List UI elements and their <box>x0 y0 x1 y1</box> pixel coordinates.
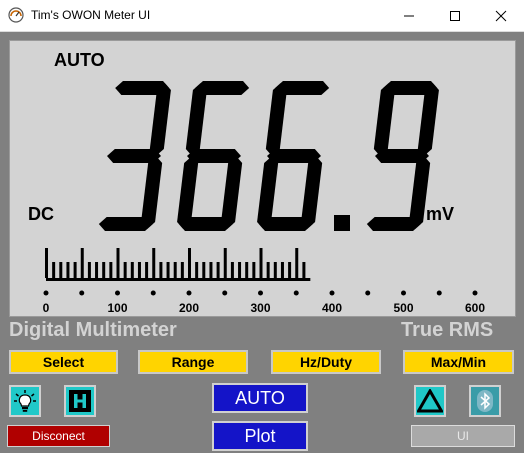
bargraph-tick <box>252 262 256 278</box>
scale-dot <box>115 290 120 296</box>
scale-label: 400 <box>322 301 342 315</box>
bargraph-tick <box>95 262 99 278</box>
bargraph-tick <box>209 262 213 278</box>
bargraph-tick <box>288 262 292 278</box>
lightbulb-icon <box>14 390 36 412</box>
minimize-icon <box>404 15 414 17</box>
bargraph-tick <box>102 262 106 278</box>
scale-dot <box>79 290 85 296</box>
bargraph-tick <box>80 248 84 278</box>
relative-button[interactable] <box>414 385 446 417</box>
bargraph-tick <box>280 262 284 278</box>
bargraph-tick <box>130 262 134 278</box>
bargraph-tick <box>302 262 306 278</box>
minimize-button[interactable] <box>386 0 432 31</box>
select-button[interactable]: Select <box>9 350 118 374</box>
hz-duty-button[interactable]: Hz/Duty <box>271 350 381 374</box>
scale-label: 200 <box>179 301 199 315</box>
bargraph-tick <box>173 262 177 278</box>
scale-dot <box>401 290 406 296</box>
bargraph-tick <box>166 262 170 278</box>
hold-button[interactable] <box>64 385 96 417</box>
max-min-button[interactable]: Max/Min <box>403 350 514 374</box>
bargraph-tick <box>180 262 184 278</box>
true-rms-label: True RMS <box>401 319 494 341</box>
title-bar[interactable]: Tim's OWON Meter UI <box>0 0 524 32</box>
bargraph-tick <box>195 262 199 278</box>
window-title: Tim's OWON Meter UI <box>31 8 151 22</box>
bargraph-tick <box>45 248 48 278</box>
scale-dot <box>329 290 335 296</box>
close-icon <box>495 10 507 22</box>
bargraph-tick <box>152 248 156 278</box>
disconnect-button[interactable]: Disconect <box>7 425 110 447</box>
bluetooth-button[interactable] <box>469 385 501 417</box>
ui-button[interactable]: UI <box>411 425 515 447</box>
scale-label: 0 <box>43 301 50 315</box>
bargraph-tick <box>59 262 63 278</box>
bargraph-tick <box>87 262 91 278</box>
bargraph-tick <box>145 262 149 278</box>
bargraph-tick <box>188 248 191 278</box>
lcd-display: AUTO DC mV 0 100 200 300 400 500 600 <box>9 40 516 317</box>
bargraph-tick <box>223 248 227 278</box>
scale-dot <box>43 290 49 296</box>
bluetooth-icon <box>477 390 493 412</box>
scale-label: 300 <box>250 301 270 315</box>
maximize-button[interactable] <box>432 0 478 31</box>
plot-button[interactable]: Plot <box>212 421 308 451</box>
scale-dot <box>258 290 263 296</box>
scale-dot <box>365 290 371 296</box>
scale-dot <box>222 290 228 296</box>
scale-dot <box>150 290 156 296</box>
bargraph-tick <box>295 248 299 278</box>
bargraph-tick <box>109 262 113 278</box>
bargraph-tick <box>137 262 141 278</box>
scale-dot <box>293 290 299 296</box>
maximize-icon <box>450 11 460 21</box>
bargraph-tick <box>159 262 163 278</box>
digital-multimeter-label: Digital Multimeter <box>9 319 177 341</box>
bargraph-tick <box>116 248 120 278</box>
scale-label: 100 <box>107 301 127 315</box>
bargraph-tick <box>123 262 127 278</box>
bargraph: 0 100 200 300 400 500 600 <box>43 248 485 315</box>
hold-h-icon <box>69 390 91 412</box>
bargraph-tick <box>216 262 220 278</box>
backlight-button[interactable] <box>9 385 41 417</box>
bargraph-tick <box>238 262 242 278</box>
app-window: Tim's OWON Meter UI AUTO DC mV 0 100 200 30… <box>0 0 524 453</box>
scale-dot <box>472 290 478 296</box>
bargraph-tick <box>259 248 263 278</box>
bargraph-tick <box>66 262 70 278</box>
bargraph-tick <box>273 262 277 278</box>
range-button[interactable]: Range <box>138 350 248 374</box>
bargraph-tick <box>245 262 249 278</box>
bargraph-tick <box>52 262 56 278</box>
bargraph-tick <box>230 262 234 278</box>
scale-dot <box>186 290 192 296</box>
bargraph-tick <box>266 262 270 278</box>
bargraph-tick <box>73 262 77 278</box>
scale-dot <box>436 290 442 296</box>
auto-button[interactable]: AUTO <box>212 383 308 413</box>
delta-triangle-icon <box>417 389 443 413</box>
scale-label: 600 <box>465 301 485 315</box>
app-icon <box>8 7 24 23</box>
bargraph-baseline <box>46 278 311 281</box>
scale-label: 500 <box>393 301 413 315</box>
close-button[interactable] <box>478 0 524 31</box>
bargraph-tick <box>202 262 206 278</box>
